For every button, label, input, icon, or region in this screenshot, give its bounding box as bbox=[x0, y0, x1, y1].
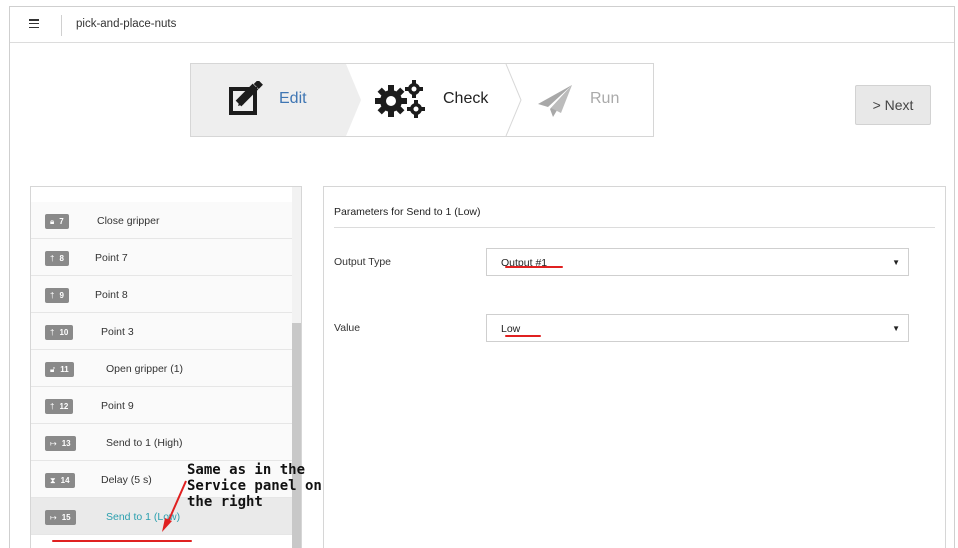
list-item[interactable]: † 12 Point 9 bbox=[31, 387, 293, 424]
output-type-label: Output Type bbox=[334, 256, 392, 268]
pin-icon: † bbox=[50, 402, 55, 411]
annotation-underline bbox=[505, 266, 563, 268]
scrollbar-thumb[interactable] bbox=[292, 323, 301, 548]
parameters-title: Parameters for Send to 1 (Low) bbox=[334, 206, 481, 218]
divider bbox=[334, 227, 935, 228]
next-button[interactable]: > Next bbox=[855, 85, 931, 125]
top-bar: pick-and-place-nuts bbox=[10, 7, 954, 43]
step-badge: † 10 bbox=[45, 325, 74, 340]
project-title: pick-and-place-nuts bbox=[76, 18, 177, 30]
step-edit-label: Edit bbox=[279, 90, 307, 107]
hourglass-icon: ⧗ bbox=[50, 475, 56, 485]
hamburger-menu-icon[interactable] bbox=[29, 19, 39, 28]
list-item[interactable]: 🔓︎ 11 Open gripper (1) bbox=[31, 350, 293, 387]
dropdown-caret-icon: ▼ bbox=[892, 258, 900, 267]
step-badge: † 8 bbox=[45, 251, 69, 266]
dropdown-caret-icon: ▼ bbox=[892, 324, 900, 333]
step-run: Run bbox=[523, 64, 653, 136]
parameters-panel: Parameters for Send to 1 (Low) Output Ty… bbox=[323, 186, 946, 548]
workflow-stepper: Edit Check Run bbox=[190, 63, 654, 137]
edit-icon bbox=[229, 79, 265, 122]
value-select[interactable]: Low ▼ bbox=[486, 314, 909, 342]
topbar-divider bbox=[61, 15, 62, 36]
step-divider bbox=[505, 64, 523, 136]
step-check-label: Check bbox=[443, 90, 489, 107]
annotation-note: Same as in the Service panel on the righ… bbox=[187, 462, 322, 510]
signal-out-icon: ↦ bbox=[50, 439, 57, 448]
list-item[interactable]: † 9 Point 8 bbox=[31, 276, 293, 313]
pin-icon: † bbox=[50, 328, 55, 337]
annotation-underline bbox=[505, 335, 541, 337]
value-value: Low bbox=[501, 323, 521, 335]
step-badge: ↦ 13 bbox=[45, 436, 76, 451]
gears-icon bbox=[375, 79, 431, 124]
step-badge: ⧗ 14 bbox=[45, 473, 75, 488]
signal-out-icon: ↦ bbox=[50, 513, 57, 522]
step-run-label: Run bbox=[590, 90, 620, 107]
list-item[interactable]: ↦ 13 Send to 1 (High) bbox=[31, 424, 293, 461]
pin-icon: † bbox=[50, 254, 55, 263]
list-item[interactable]: 🔒︎ 7 Close gripper bbox=[31, 202, 293, 239]
list-item[interactable]: † 8 Point 7 bbox=[31, 239, 293, 276]
output-type-select[interactable]: Output #1 ▼ bbox=[486, 248, 909, 276]
step-badge: † 12 bbox=[45, 399, 74, 414]
lock-icon: 🔒︎ bbox=[50, 216, 55, 226]
value-label: Value bbox=[334, 322, 361, 334]
step-edit[interactable]: Edit bbox=[191, 64, 361, 136]
paper-plane-icon bbox=[537, 84, 573, 123]
annotation-underline bbox=[52, 540, 192, 542]
step-badge: 🔒︎ 7 bbox=[45, 214, 69, 229]
step-check[interactable]: Check bbox=[361, 64, 511, 136]
step-badge: 🔓︎ 11 bbox=[45, 362, 74, 377]
step-badge: ↦ 15 bbox=[45, 510, 76, 525]
list-item[interactable]: † 10 Point 3 bbox=[31, 313, 293, 350]
unlock-icon: 🔓︎ bbox=[50, 364, 56, 374]
pin-icon: † bbox=[50, 291, 55, 300]
step-badge: † 9 bbox=[45, 288, 69, 303]
